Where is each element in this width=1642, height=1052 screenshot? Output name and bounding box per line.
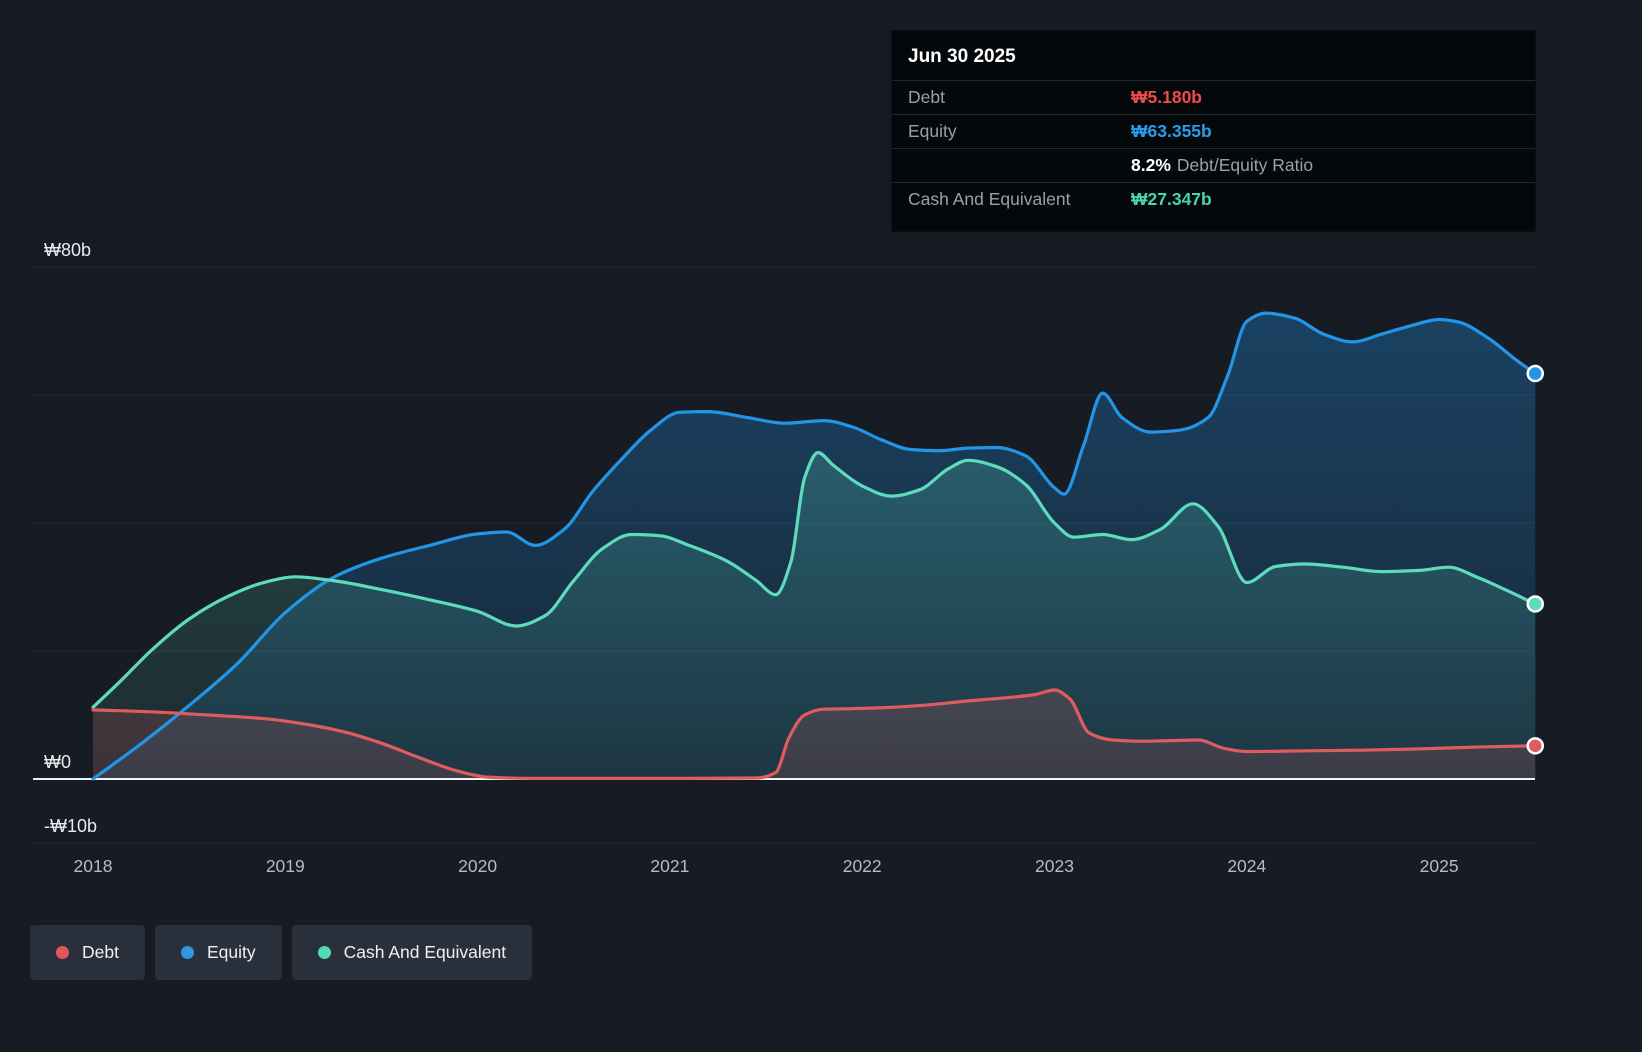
tooltip-equity-row: Equity ₩63.355b xyxy=(892,114,1535,148)
x-axis-label: 2020 xyxy=(458,856,497,876)
tooltip-ratio-percent: 8.2% xyxy=(1131,155,1171,175)
x-axis-label: 2018 xyxy=(74,856,113,876)
cash-and-equivalent-endpoint-marker[interactable] xyxy=(1528,596,1543,611)
legend-item-equity[interactable]: Equity xyxy=(155,925,282,980)
tooltip-cash-label: Cash And Equivalent xyxy=(908,189,1131,210)
tooltip-cash-value: ₩27.347b xyxy=(1131,189,1212,210)
tooltip-date: Jun 30 2025 xyxy=(892,31,1535,80)
y-axis-label: ₩80b xyxy=(44,240,91,260)
x-axis-label: 2021 xyxy=(650,856,689,876)
x-axis-label: 2024 xyxy=(1227,856,1266,876)
debt-endpoint-marker[interactable] xyxy=(1528,738,1543,753)
x-axis-label: 2022 xyxy=(843,856,882,876)
legend-item-cash[interactable]: Cash And Equivalent xyxy=(292,925,532,980)
x-axis-label: 2025 xyxy=(1420,856,1459,876)
tooltip-ratio-label: Debt/Equity Ratio xyxy=(1177,155,1313,175)
chart-legend: Debt Equity Cash And Equivalent xyxy=(30,925,532,980)
equity-endpoint-marker[interactable] xyxy=(1528,366,1543,381)
chart-tooltip: Jun 30 2025 Debt ₩5.180b Equity ₩63.355b… xyxy=(891,30,1536,232)
tooltip-debt-label: Debt xyxy=(908,87,1131,108)
debt-equity-history-page: ₩80b ₩0 -₩10b 2018 2019 2020 2021 2022 2023 2024 2… xyxy=(0,0,1642,1052)
x-axis-label: 2023 xyxy=(1035,856,1074,876)
tooltip-ratio-row: 8.2% Debt/Equity Ratio xyxy=(892,148,1535,182)
tooltip-equity-value: ₩63.355b xyxy=(1131,121,1212,142)
legend-item-debt[interactable]: Debt xyxy=(30,925,145,980)
equity-dot-icon xyxy=(181,946,194,959)
tooltip-equity-label: Equity xyxy=(908,121,1131,142)
legend-cash-label: Cash And Equivalent xyxy=(344,942,506,963)
tooltip-cash-row: Cash And Equivalent ₩27.347b xyxy=(892,182,1535,216)
y-axis-label: ₩0 xyxy=(44,752,71,772)
tooltip-debt-value: ₩5.180b xyxy=(1131,87,1202,108)
y-axis-label: -₩10b xyxy=(44,816,97,836)
legend-debt-label: Debt xyxy=(82,942,119,963)
cash-dot-icon xyxy=(318,946,331,959)
tooltip-ratio-value: 8.2% Debt/Equity Ratio xyxy=(1131,155,1313,176)
tooltip-debt-row: Debt ₩5.180b xyxy=(892,80,1535,114)
debt-dot-icon xyxy=(56,946,69,959)
x-axis-label: 2019 xyxy=(266,856,305,876)
legend-equity-label: Equity xyxy=(207,942,256,963)
